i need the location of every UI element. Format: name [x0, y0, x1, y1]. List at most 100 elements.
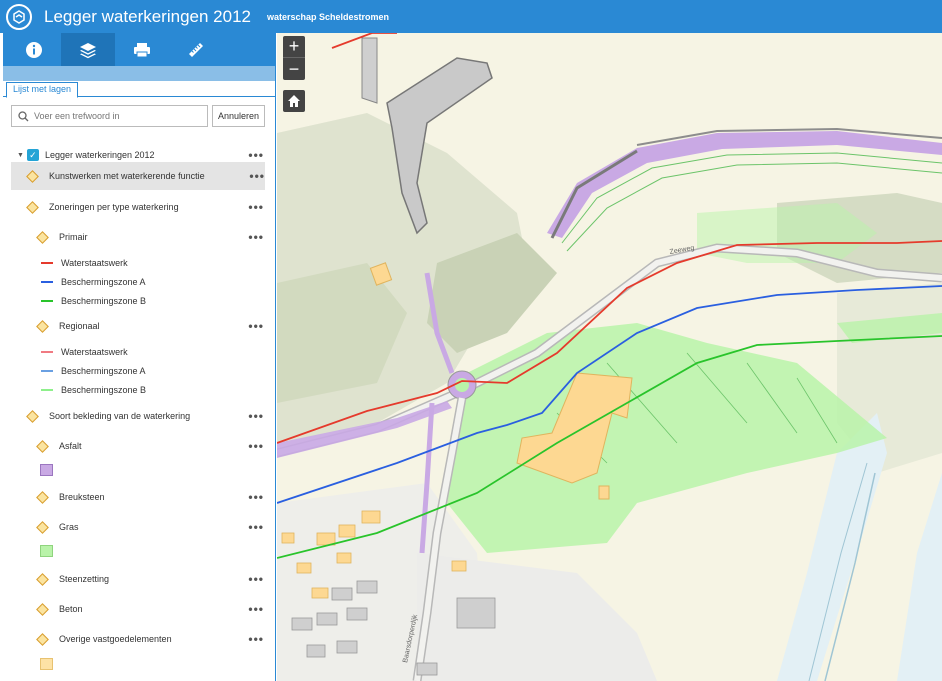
- fill-swatch: [40, 545, 53, 557]
- layer-primair[interactable]: Primair •••: [3, 227, 275, 247]
- line-symbol-icon: [41, 281, 53, 283]
- more-options-icon[interactable]: •••: [248, 439, 264, 453]
- app-title: Legger waterkeringen 2012: [44, 6, 251, 26]
- point-symbol-icon: [36, 319, 49, 333]
- layer-asfalt[interactable]: Asfalt •••: [3, 436, 275, 456]
- layer-gras[interactable]: Gras •••: [3, 517, 275, 537]
- tab-layer-list[interactable]: Lijst met lagen: [6, 82, 79, 98]
- zoom-out-button[interactable]: −: [283, 58, 305, 80]
- layer-label: Regionaal: [59, 321, 100, 331]
- layer-label: Primair: [59, 232, 88, 242]
- point-symbol-icon: [36, 632, 49, 646]
- app-subtitle: waterschap Scheldestromen: [266, 11, 390, 22]
- layers-tool-button[interactable]: [61, 33, 115, 66]
- layer-label: Gras: [59, 522, 79, 532]
- line-symbol-icon: [41, 351, 53, 353]
- layer-regionaal[interactable]: Regionaal •••: [3, 316, 275, 336]
- layer-breuksteen[interactable]: Breuksteen •••: [3, 487, 275, 507]
- map-view[interactable]: Zeeweg Baarsdorperdijk + −: [277, 33, 942, 681]
- search-box: [11, 105, 208, 127]
- toolbar: [3, 33, 275, 66]
- more-options-icon[interactable]: •••: [249, 169, 265, 183]
- legend-item: [40, 460, 53, 480]
- layer-label: Breuksteen: [59, 492, 105, 502]
- more-options-icon[interactable]: •••: [248, 230, 264, 244]
- point-symbol-icon: [36, 602, 49, 616]
- layers-icon: [80, 42, 96, 58]
- layer-label: Beton: [59, 604, 83, 614]
- point-symbol-icon: [36, 439, 49, 453]
- layer-bekleding[interactable]: Soort bekleding van de waterkering •••: [3, 406, 275, 426]
- layer-label: Overige vastgoedelementen: [59, 634, 172, 644]
- point-symbol-icon: [36, 572, 49, 586]
- measure-icon: [189, 42, 203, 57]
- tab-bar: Lijst met lagen: [3, 81, 275, 98]
- more-options-icon[interactable]: •••: [248, 409, 264, 423]
- cancel-button[interactable]: Annuleren: [212, 105, 265, 127]
- fill-swatch: [40, 464, 53, 476]
- info-icon: [26, 41, 42, 58]
- layer-label: Soort bekleding van de waterkering: [49, 411, 191, 421]
- layer-kunstwerken[interactable]: Kunstwerken met waterkerende functie •••: [11, 162, 265, 190]
- search-row: Annuleren: [3, 97, 275, 127]
- layer-steenzetting[interactable]: Steenzetting •••: [3, 569, 275, 589]
- more-options-icon[interactable]: •••: [248, 200, 264, 214]
- legend-label: Beschermingszone A: [61, 277, 146, 287]
- more-options-icon[interactable]: •••: [248, 572, 264, 586]
- point-symbol-icon: [26, 200, 39, 214]
- line-symbol-icon: [41, 300, 53, 302]
- point-symbol-icon: [36, 490, 49, 504]
- layer-label: Asfalt: [59, 441, 82, 451]
- toolbar-strip: [3, 66, 275, 81]
- measure-tool-button[interactable]: [169, 33, 223, 66]
- fill-swatch: [40, 658, 53, 670]
- logo-icon: [6, 3, 32, 30]
- legend-item: Beschermingszone A: [41, 272, 146, 292]
- app-header: Legger waterkeringen 2012 waterschap Sch…: [0, 0, 942, 33]
- legend-item: [40, 654, 53, 674]
- home-icon: [288, 95, 300, 107]
- more-options-icon[interactable]: •••: [248, 319, 264, 333]
- more-options-icon[interactable]: •••: [248, 520, 264, 534]
- line-symbol-icon: [41, 370, 53, 372]
- point-symbol-icon: [26, 169, 39, 183]
- zoom-in-button[interactable]: +: [283, 36, 305, 58]
- legend-label: Beschermingszone A: [61, 366, 146, 376]
- search-input[interactable]: [34, 111, 194, 121]
- line-symbol-icon: [41, 389, 53, 391]
- layer-checkbox[interactable]: ✓: [26, 149, 39, 161]
- print-icon: [134, 42, 150, 57]
- layer-label: Legger waterkeringen 2012: [44, 150, 155, 160]
- legend-label: Waterstaatswerk: [61, 258, 128, 268]
- more-options-icon[interactable]: •••: [248, 602, 264, 616]
- more-options-icon[interactable]: •••: [248, 490, 264, 504]
- legend-label: Beschermingszone B: [61, 385, 147, 395]
- legend-item: [40, 541, 53, 561]
- legend-label: Beschermingszone B: [61, 296, 147, 306]
- point-symbol-icon: [36, 520, 49, 534]
- legend-item: Beschermingszone B: [41, 380, 146, 400]
- search-icon: [18, 110, 29, 121]
- legend-item: Beschermingszone A: [41, 361, 146, 381]
- zoom-control: + −: [283, 36, 305, 80]
- legend-label: Waterstaatswerk: [61, 347, 128, 357]
- collapse-caret-icon[interactable]: ▼: [17, 152, 24, 159]
- layer-beton[interactable]: Beton •••: [3, 599, 275, 619]
- print-tool-button[interactable]: [115, 33, 169, 66]
- point-symbol-icon: [36, 230, 49, 244]
- legend-item: Waterstaatswerk: [41, 342, 128, 362]
- map-canvas[interactable]: Zeeweg Baarsdorperdijk: [277, 33, 942, 681]
- layer-label: Zoneringen per type waterkering: [49, 202, 179, 212]
- layer-label: Steenzetting: [59, 574, 110, 584]
- point-symbol-icon: [26, 409, 39, 423]
- more-options-icon[interactable]: •••: [248, 148, 264, 162]
- line-symbol-icon: [41, 262, 53, 264]
- home-button[interactable]: [283, 90, 305, 112]
- layer-label: Kunstwerken met waterkerende functie: [49, 171, 205, 181]
- more-options-icon[interactable]: •••: [248, 632, 264, 646]
- layer-zoneringen[interactable]: Zoneringen per type waterkering •••: [3, 197, 275, 217]
- layer-overige[interactable]: Overige vastgoedelementen •••: [3, 629, 275, 649]
- layer-panel: Lijst met lagen Annuleren ▼ ✓ Legger wat…: [3, 33, 276, 681]
- legend-item: Beschermingszone B: [41, 291, 146, 311]
- info-tool-button[interactable]: [7, 33, 61, 66]
